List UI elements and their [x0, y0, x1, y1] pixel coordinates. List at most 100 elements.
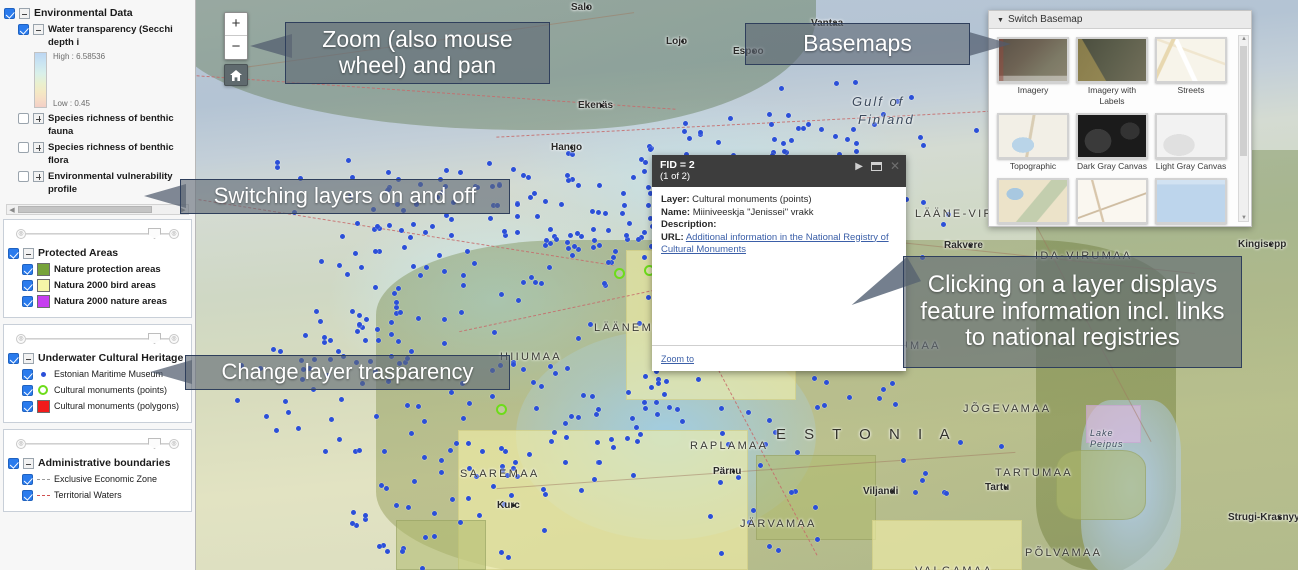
layer-item-territorial-waters[interactable]: Territorial Waters [8, 489, 187, 502]
basemap-thumbnail[interactable] [1076, 178, 1148, 224]
expand-icon[interactable] [33, 142, 44, 153]
scroll-left-arrow[interactable]: ◀ [7, 206, 17, 214]
zoom-out-button[interactable]: − [225, 36, 247, 59]
layer-group-header[interactable]: Protected Areas [8, 247, 187, 260]
slider-track[interactable] [26, 233, 169, 235]
layer-item-water-transparency[interactable]: Water transparency (Secchi depth i [4, 23, 191, 49]
slider-handle[interactable] [148, 228, 161, 239]
basemap-item-9[interactable] [1155, 178, 1227, 224]
layer-checkbox[interactable] [8, 248, 19, 259]
zoom-in-button[interactable]: + [225, 13, 247, 36]
slider-min-icon[interactable]: ◎ [16, 229, 26, 239]
basemap-label: Imagery [997, 85, 1069, 96]
scrollbar-thumb[interactable] [1240, 46, 1247, 156]
layer-checkbox[interactable] [18, 142, 29, 153]
chevron-down-icon[interactable]: ▼ [997, 17, 1004, 24]
basemap-item-dark-gray-canvas[interactable]: Dark Gray Canvas [1076, 113, 1148, 172]
collapse-icon[interactable] [23, 458, 34, 469]
basemap-gallery-header[interactable]: ▼Switch Basemap [989, 11, 1251, 29]
layer-group-header[interactable]: Administrative boundaries [8, 457, 187, 470]
registry-link[interactable]: Additional information in the National R… [661, 232, 889, 256]
basemap-thumbnail[interactable] [1076, 37, 1148, 83]
layer-group-header[interactable]: Environmental Data [4, 7, 191, 20]
layer-item-benthic-fauna[interactable]: Species richness of benthic fauna [4, 112, 191, 138]
layer-checkbox[interactable] [8, 458, 19, 469]
basemap-thumbnail[interactable] [1155, 37, 1227, 83]
slider-max-icon[interactable]: ◎ [169, 439, 179, 449]
callout-feature-info: Clicking on a layer displays feature inf… [903, 256, 1242, 368]
layer-checkbox[interactable] [8, 353, 19, 364]
maximize-icon[interactable] [871, 162, 882, 171]
basemap-item-topographic[interactable]: Topographic [997, 113, 1069, 172]
basemap-item-7[interactable] [997, 178, 1069, 224]
next-feature-icon[interactable]: ▶ [855, 161, 863, 172]
layer-checkbox[interactable] [22, 385, 33, 396]
transparency-slider[interactable]: ◎ ◎ [16, 227, 179, 241]
layer-item-benthic-flora[interactable]: Species richness of benthic flora [4, 141, 191, 167]
popup-actions[interactable]: ▶ ✕ [855, 159, 900, 173]
layer-checkbox[interactable] [18, 171, 29, 182]
legend-swatch [37, 279, 50, 292]
slider-track[interactable] [26, 443, 169, 445]
callout-zoom-pan: Zoom (also mouse wheel) and pan [285, 22, 550, 84]
collapse-icon[interactable] [33, 24, 44, 35]
layer-list-sidebar[interactable]: Environmental Data Water transparency (S… [0, 0, 196, 570]
slider-handle[interactable] [148, 438, 161, 449]
expand-icon[interactable] [33, 171, 44, 182]
layer-item-natura2000-bird[interactable]: Natura 2000 bird areas [8, 279, 187, 292]
layer-checkbox[interactable] [22, 474, 33, 485]
basemap-item-8[interactable] [1076, 178, 1148, 224]
basemap-item-light-gray-canvas[interactable]: Light Gray Canvas [1155, 113, 1227, 172]
slider-handle[interactable] [148, 333, 161, 344]
layer-checkbox[interactable] [18, 24, 29, 35]
scrollbar-thumb[interactable] [18, 206, 152, 213]
callout-switching-layers: Switching layers on and off [180, 179, 510, 214]
slider-track[interactable] [26, 338, 169, 340]
basemap-gallery[interactable]: ▼Switch Basemap Imagery Imagery with Lab… [988, 10, 1252, 227]
layer-checkbox[interactable] [22, 369, 33, 380]
basemap-item-imagery-with-labels[interactable]: Imagery with Labels [1076, 37, 1148, 107]
basemap-scrollbar[interactable]: ▲ ▼ [1238, 35, 1249, 222]
layer-item-monuments-polygons[interactable]: Cultural monuments (polygons) [8, 400, 187, 413]
layer-checkbox[interactable] [4, 8, 15, 19]
basemap-thumbnail[interactable] [1076, 113, 1148, 159]
slider-max-icon[interactable]: ◎ [169, 334, 179, 344]
slider-min-icon[interactable]: ◎ [16, 439, 26, 449]
layer-checkbox[interactable] [22, 296, 33, 307]
expand-icon[interactable] [33, 113, 44, 124]
collapse-icon[interactable] [19, 8, 30, 19]
map-city-dot [570, 146, 573, 149]
basemap-label: Imagery with Labels [1076, 85, 1148, 107]
map-city-dot [969, 244, 972, 247]
layer-item-monuments-points[interactable]: Cultural monuments (points) [8, 384, 187, 397]
popup-field-name: Name: Miiniveeskja "Jenissei" vrakk [661, 207, 897, 220]
feature-info-popup[interactable]: FID = 2 (1 of 2) ▶ ✕ Layer: Cultural mon… [652, 155, 906, 371]
layer-checkbox[interactable] [22, 401, 33, 412]
layer-checkbox[interactable] [22, 280, 33, 291]
basemap-thumbnail[interactable] [997, 178, 1069, 224]
scroll-down-arrow[interactable]: ▼ [1241, 215, 1247, 221]
collapse-icon[interactable] [23, 248, 34, 259]
layer-checkbox[interactable] [22, 264, 33, 275]
transparency-slider[interactable]: ◎ ◎ [16, 332, 179, 346]
basemap-thumbnail[interactable] [1155, 178, 1227, 224]
collapse-icon[interactable] [23, 353, 34, 364]
zoom-controls[interactable]: + − [224, 12, 248, 60]
transparency-slider[interactable]: ◎ ◎ [16, 437, 179, 451]
layer-checkbox[interactable] [18, 113, 29, 124]
basemap-thumbnail[interactable] [1155, 113, 1227, 159]
basemap-gallery-body[interactable]: Imagery Imagery with Labels Streets Topo… [989, 29, 1251, 226]
map-city-dot [1269, 243, 1272, 246]
home-extent-button[interactable] [224, 64, 248, 86]
layer-item-nature-protection-areas[interactable]: Nature protection areas [8, 263, 187, 276]
layer-checkbox[interactable] [22, 490, 33, 501]
slider-max-icon[interactable]: ◎ [169, 229, 179, 239]
slider-min-icon[interactable]: ◎ [16, 334, 26, 344]
basemap-thumbnail[interactable] [997, 113, 1069, 159]
zoom-to-link[interactable]: Zoom to [661, 354, 694, 364]
layer-item-natura2000-nature[interactable]: Natura 2000 nature areas [8, 295, 187, 308]
scroll-up-arrow[interactable]: ▲ [1241, 36, 1247, 42]
basemap-item-streets[interactable]: Streets [1155, 37, 1227, 107]
layer-item-eez[interactable]: Exclusive Economic Zone [8, 473, 187, 486]
close-icon[interactable]: ✕ [890, 159, 900, 173]
